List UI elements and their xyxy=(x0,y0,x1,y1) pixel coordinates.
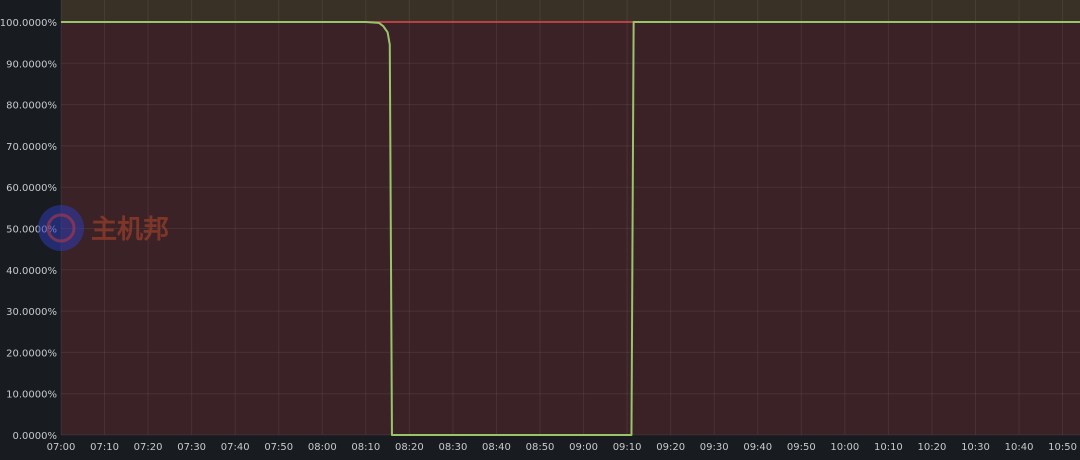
line-chart: 0.0000% 10.0000% 20.0000% 30.0000% 40.0000% 5… xyxy=(0,0,1080,456)
x-tick-label: 07:50 xyxy=(264,442,293,453)
threshold-above-region xyxy=(61,0,1080,22)
y-tick-label: 70.0000% xyxy=(6,142,57,153)
x-tick-label: 07:20 xyxy=(134,442,163,453)
x-tick-label: 09:40 xyxy=(743,442,772,453)
x-tick-label: 09:10 xyxy=(613,442,642,453)
y-tick-label: 40.0000% xyxy=(6,266,57,277)
x-tick-label: 10:30 xyxy=(961,442,990,453)
watermark-text: 主机邦 xyxy=(91,215,169,245)
x-tick-label: 08:00 xyxy=(308,442,337,453)
watermark-circle-icon xyxy=(38,205,84,251)
x-tick-label: 08:10 xyxy=(351,442,380,453)
x-tick-label: 08:20 xyxy=(395,442,424,453)
x-tick-label: 07:40 xyxy=(221,442,250,453)
x-tick-label: 10:50 xyxy=(1048,442,1077,453)
x-tick-label: 10:40 xyxy=(1005,442,1034,453)
y-tick-label: 80.0000% xyxy=(6,101,57,112)
x-tick-label: 07:00 xyxy=(47,442,76,453)
x-tick-label: 09:30 xyxy=(700,442,729,453)
y-tick-label: 20.0000% xyxy=(6,348,57,359)
y-tick-label: 10.0000% xyxy=(6,390,57,401)
x-tick-label: 09:20 xyxy=(656,442,685,453)
chart-canvas: 0.0000%10.0000%20.0000%30.0000%40.0000%5… xyxy=(0,0,1080,453)
x-tick-label: 07:10 xyxy=(90,442,119,453)
x-tick-label: 10:10 xyxy=(874,442,903,453)
x-tick-label: 07:30 xyxy=(177,442,206,453)
x-tick-label: 09:00 xyxy=(569,442,598,453)
y-tick-label: 90.0000% xyxy=(6,59,57,70)
y-tick-label: 30.0000% xyxy=(6,307,57,318)
y-tick-label: 100.0000% xyxy=(0,18,57,29)
y-tick-label: 0.0000% xyxy=(13,431,58,442)
x-tick-label: 10:00 xyxy=(830,442,859,453)
x-tick-label: 08:40 xyxy=(482,442,511,453)
x-tick-label: 10:20 xyxy=(918,442,947,453)
x-tick-label: 09:50 xyxy=(787,442,816,453)
y-tick-label: 60.0000% xyxy=(6,183,57,194)
x-tick-label: 08:50 xyxy=(526,442,555,453)
x-tick-label: 08:30 xyxy=(439,442,468,453)
